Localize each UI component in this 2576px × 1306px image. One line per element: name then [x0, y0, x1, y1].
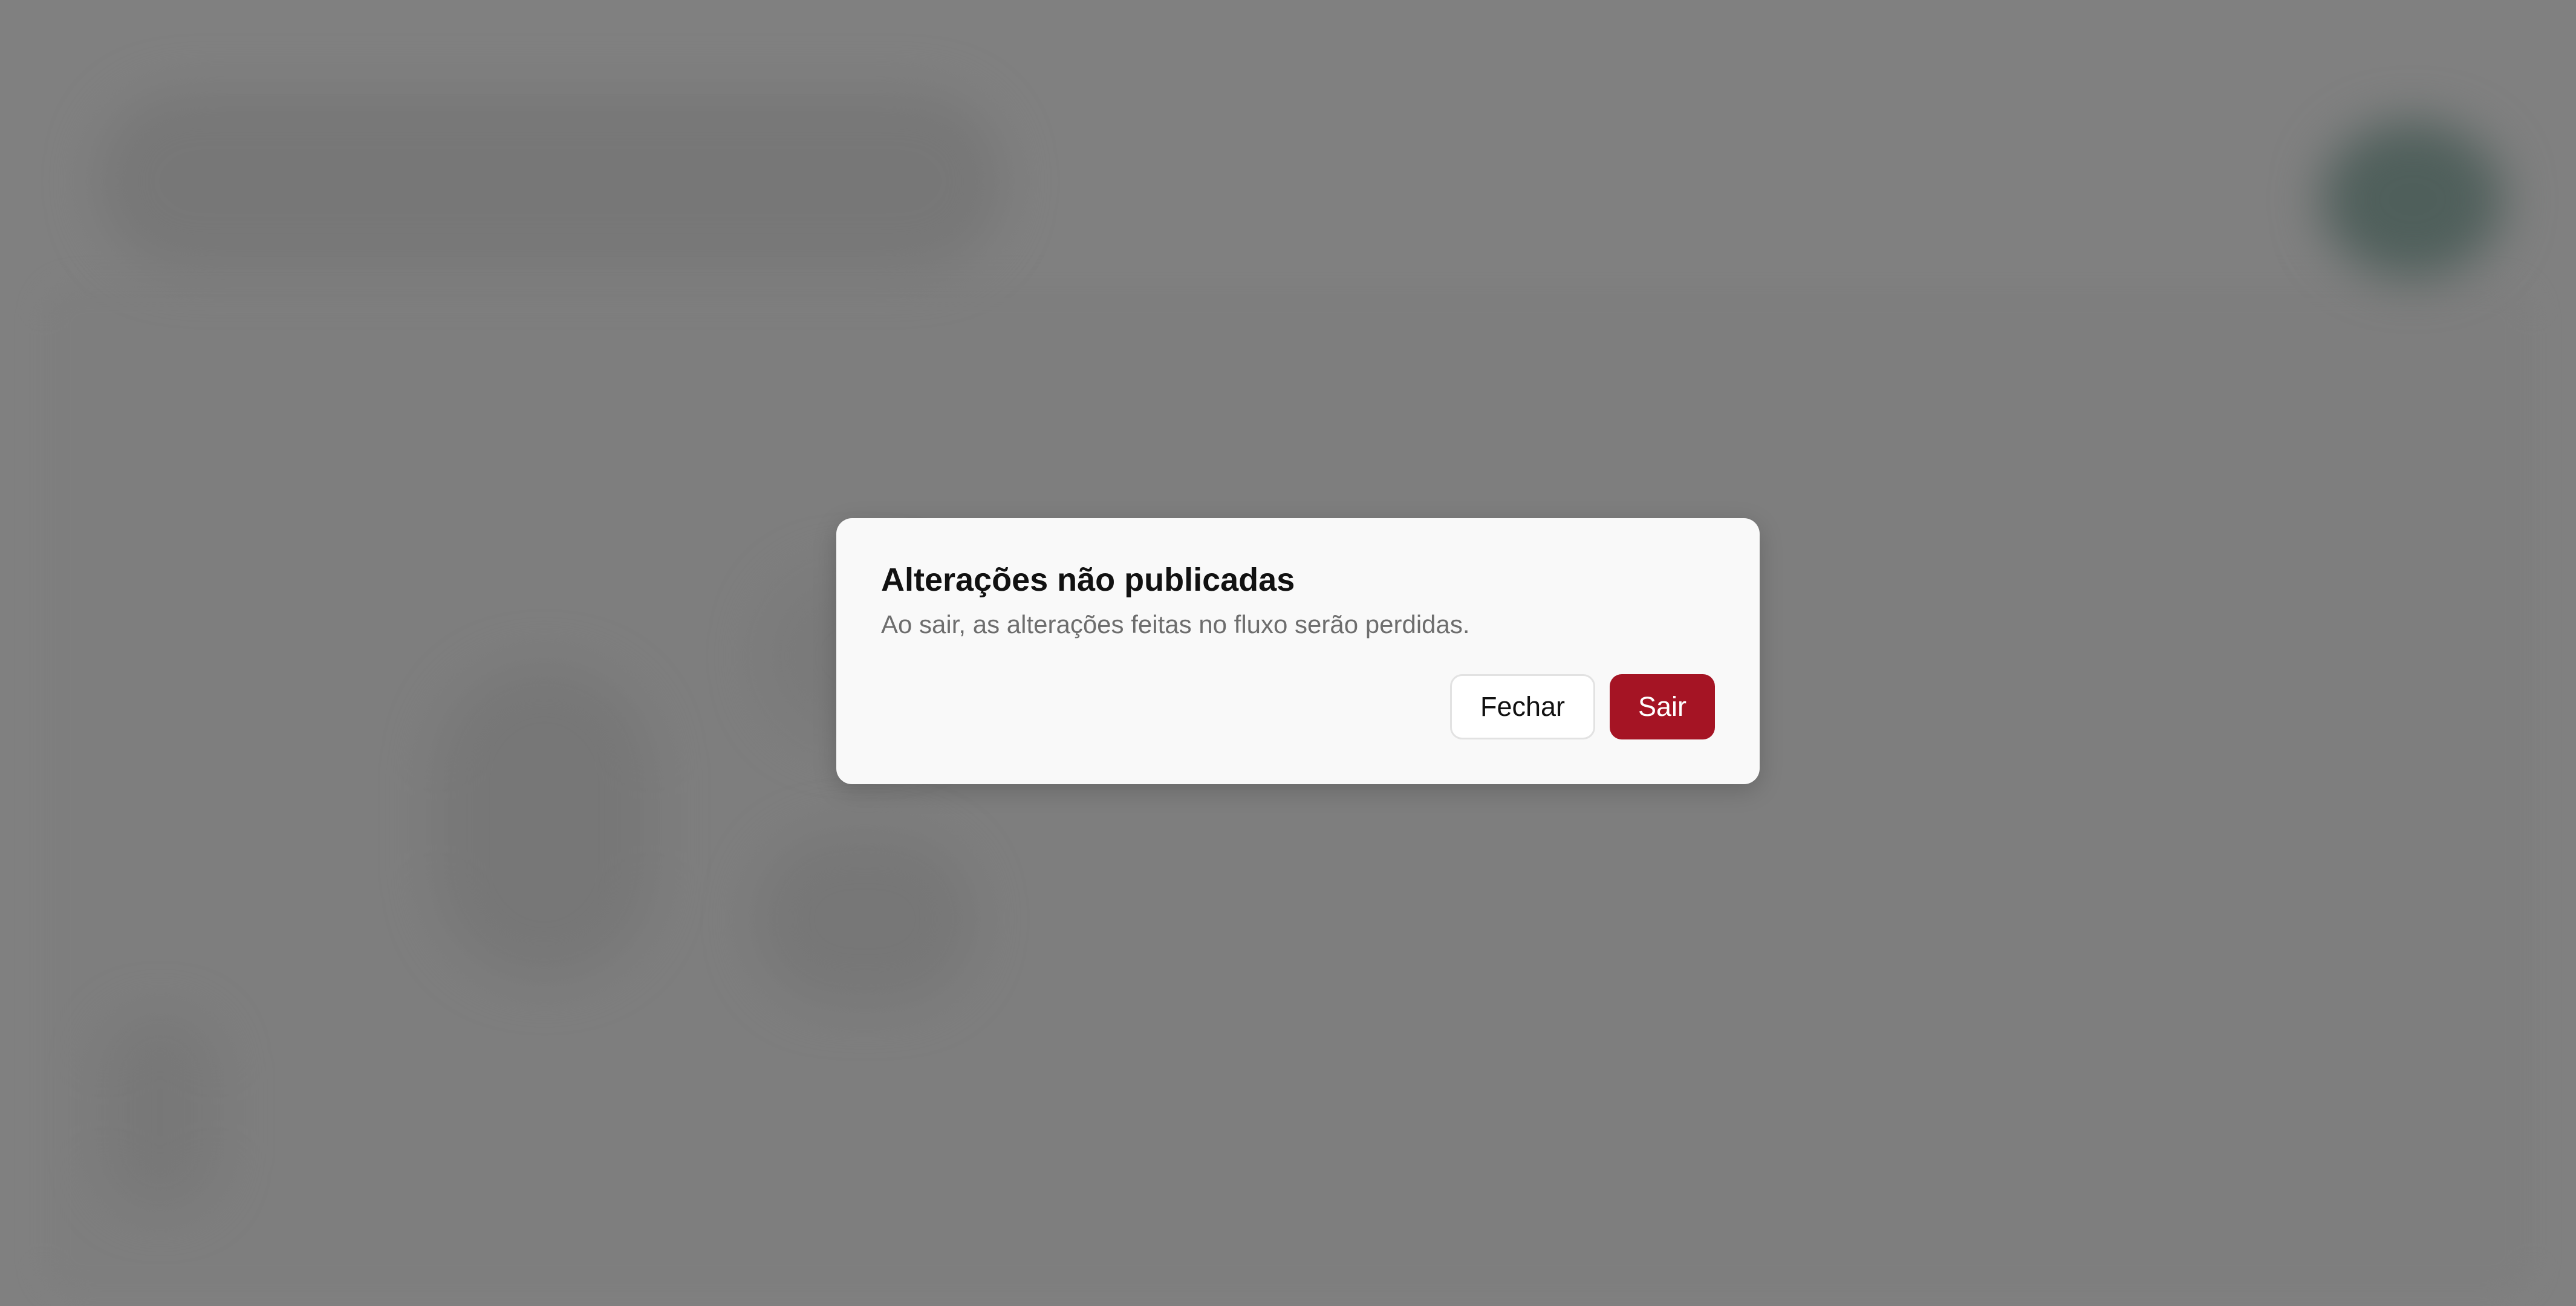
unpublished-changes-dialog: Alterações não publicadas Ao sair, as al…: [836, 518, 1760, 784]
dialog-title: Alterações não publicadas: [881, 562, 1295, 598]
exit-button[interactable]: Sair: [1610, 674, 1715, 739]
close-button[interactable]: Fechar: [1450, 674, 1595, 739]
background-flow-node: [756, 834, 974, 1004]
background-flow-node: [103, 1016, 218, 1209]
background-canvas: [42, 284, 2534, 1294]
background-header: [97, 91, 1004, 272]
dialog-actions: Fechar Sair: [1450, 674, 1715, 739]
background-avatar: [2322, 121, 2503, 278]
page: Alterações não publicadas Ao sair, as al…: [0, 0, 2576, 1306]
background-flow-node: [435, 665, 653, 980]
dialog-description: Ao sair, as alterações feitas no fluxo s…: [881, 609, 1470, 638]
